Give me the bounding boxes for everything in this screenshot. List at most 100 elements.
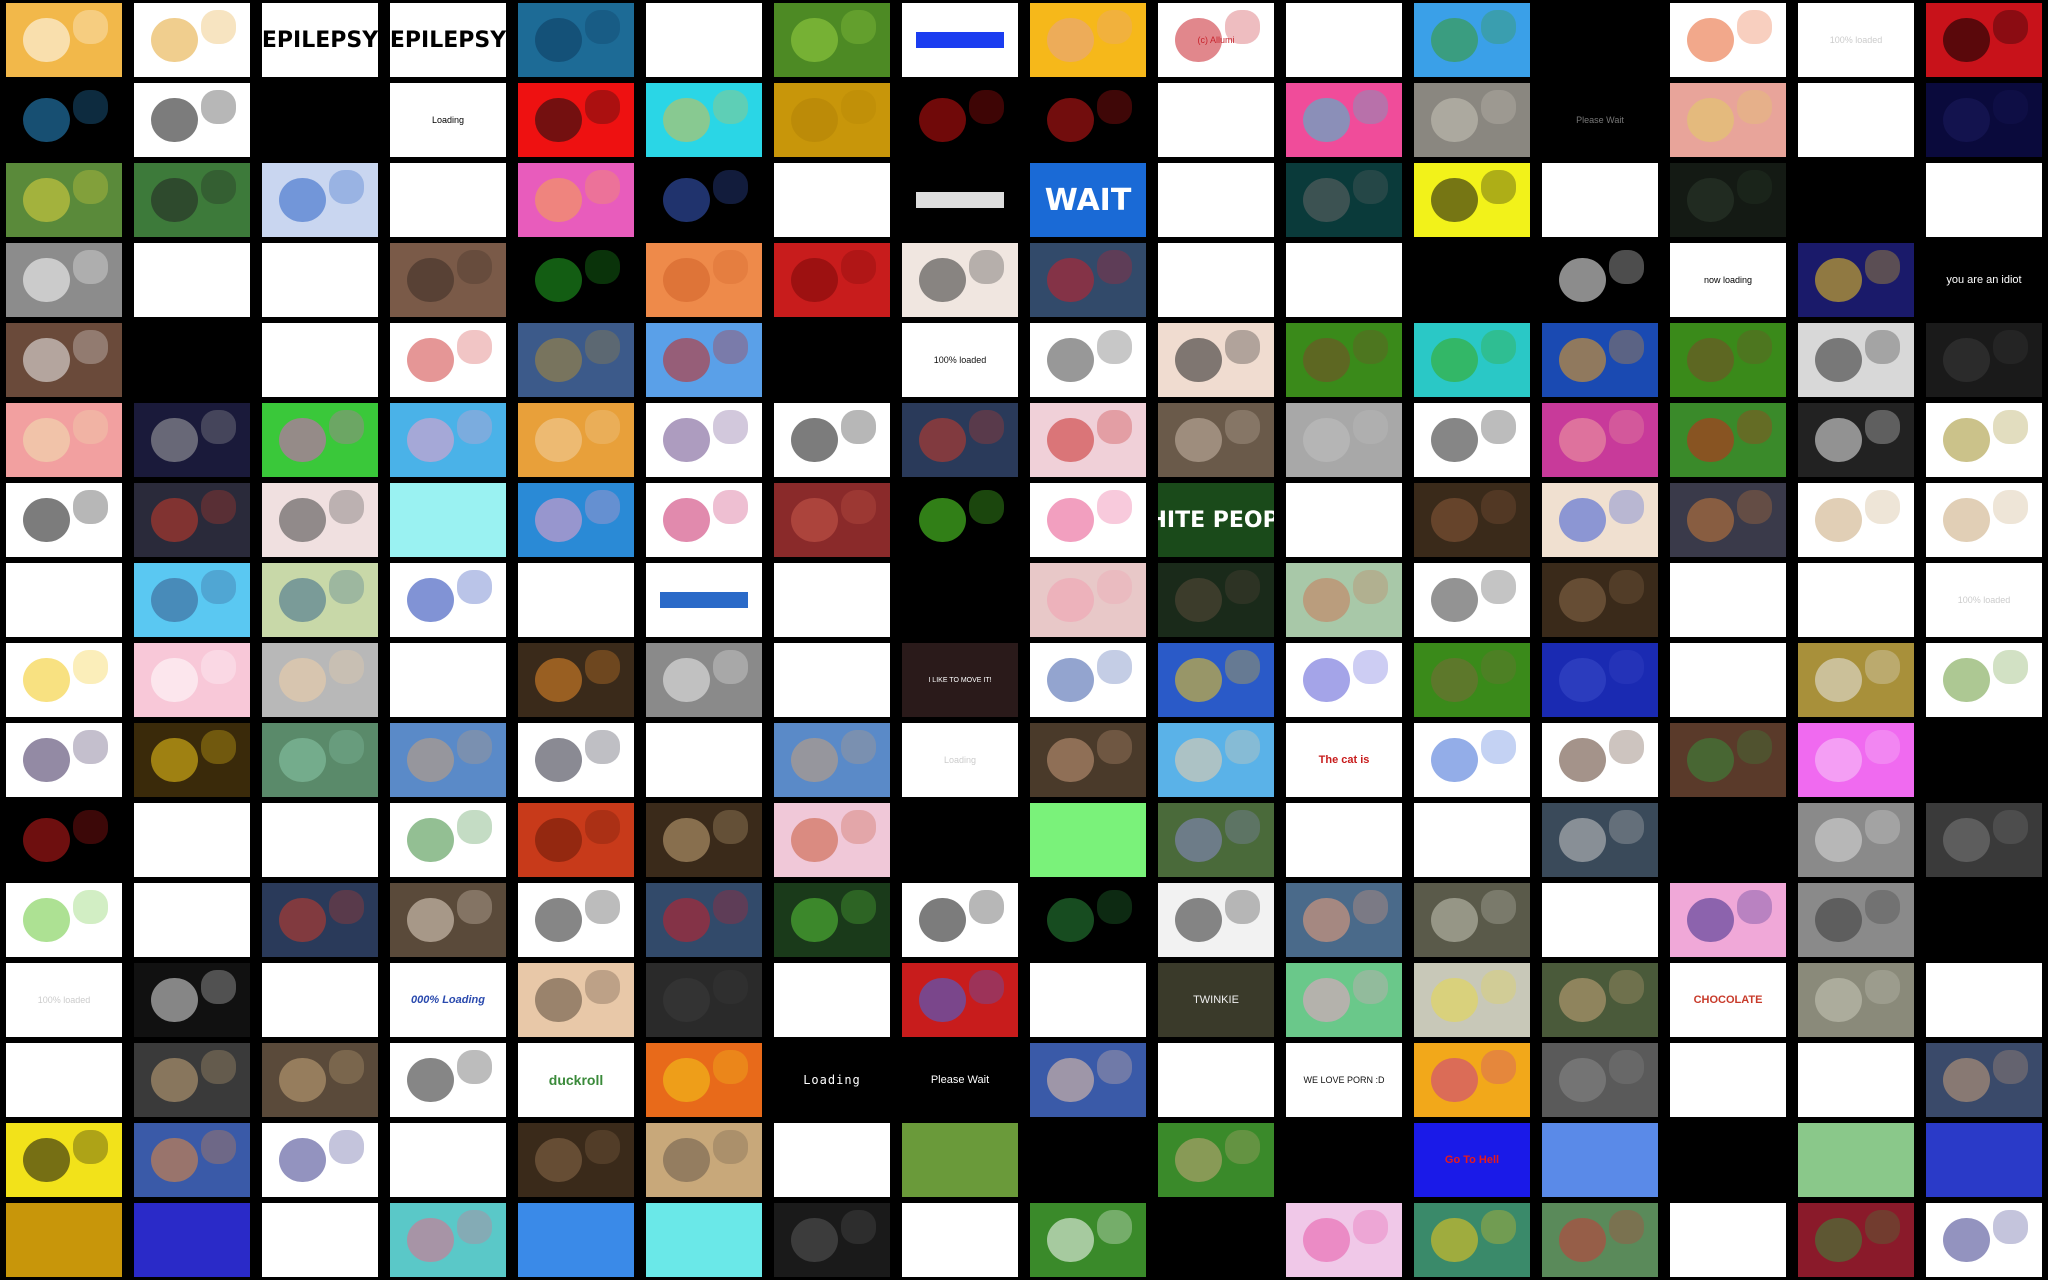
- thumbnail-image[interactable]: [646, 563, 762, 637]
- thumbnail-image[interactable]: [1158, 243, 1274, 317]
- thumbnail-cell[interactable]: [1152, 640, 1280, 720]
- thumbnail-cell[interactable]: [1280, 560, 1408, 640]
- thumbnail-cell[interactable]: [1792, 1040, 1920, 1120]
- thumbnail-cell[interactable]: [512, 400, 640, 480]
- thumbnail-image[interactable]: [646, 883, 762, 957]
- thumbnail-image[interactable]: [390, 643, 506, 717]
- thumbnail-image[interactable]: [6, 1203, 122, 1277]
- thumbnail-image[interactable]: [134, 1203, 250, 1277]
- thumbnail-image[interactable]: [262, 1123, 378, 1197]
- thumbnail-image[interactable]: [1030, 563, 1146, 637]
- thumbnail-cell[interactable]: [384, 1040, 512, 1120]
- thumbnail-image[interactable]: WE LOVE PORN :D: [1286, 1043, 1402, 1117]
- thumbnail-cell[interactable]: [0, 800, 128, 880]
- thumbnail-cell[interactable]: [256, 560, 384, 640]
- thumbnail-image[interactable]: [1542, 3, 1658, 77]
- thumbnail-image[interactable]: [902, 163, 1018, 237]
- thumbnail-image[interactable]: [902, 563, 1018, 637]
- thumbnail-cell[interactable]: [256, 1200, 384, 1280]
- thumbnail-image[interactable]: [390, 323, 506, 397]
- thumbnail-image[interactable]: [1542, 803, 1658, 877]
- thumbnail-image[interactable]: [1286, 563, 1402, 637]
- thumbnail-image[interactable]: [6, 483, 122, 557]
- thumbnail-image[interactable]: [1670, 803, 1786, 877]
- thumbnail-image[interactable]: 100% loaded: [902, 323, 1018, 397]
- thumbnail-cell[interactable]: [512, 640, 640, 720]
- thumbnail-cell[interactable]: [1408, 80, 1536, 160]
- thumbnail-cell[interactable]: [128, 480, 256, 560]
- thumbnail-cell[interactable]: [256, 720, 384, 800]
- thumbnail-cell[interactable]: [1664, 160, 1792, 240]
- thumbnail-image[interactable]: [774, 723, 890, 797]
- thumbnail-image[interactable]: [1158, 1203, 1274, 1277]
- thumbnail-image[interactable]: [1030, 1043, 1146, 1117]
- thumbnail-cell[interactable]: [0, 80, 128, 160]
- thumbnail-cell[interactable]: [0, 1040, 128, 1120]
- thumbnail-cell[interactable]: [1408, 1040, 1536, 1120]
- thumbnail-cell[interactable]: [1152, 1040, 1280, 1120]
- thumbnail-cell[interactable]: [896, 0, 1024, 80]
- thumbnail-image[interactable]: [1926, 1123, 2042, 1197]
- thumbnail-image[interactable]: [1798, 483, 1914, 557]
- thumbnail-image[interactable]: [1030, 1123, 1146, 1197]
- thumbnail-cell[interactable]: [1920, 800, 2048, 880]
- thumbnail-image[interactable]: [1030, 1203, 1146, 1277]
- thumbnail-cell[interactable]: [1664, 1200, 1792, 1280]
- thumbnail-image[interactable]: [1926, 163, 2042, 237]
- thumbnail-image[interactable]: [646, 803, 762, 877]
- thumbnail-cell[interactable]: [512, 1200, 640, 1280]
- thumbnail-image[interactable]: [1158, 323, 1274, 397]
- thumbnail-cell[interactable]: [768, 640, 896, 720]
- thumbnail-cell[interactable]: [640, 240, 768, 320]
- thumbnail-cell[interactable]: [128, 560, 256, 640]
- thumbnail-cell[interactable]: Loading: [896, 720, 1024, 800]
- thumbnail-image[interactable]: [1286, 643, 1402, 717]
- thumbnail-image[interactable]: [1414, 483, 1530, 557]
- thumbnail-cell[interactable]: [1280, 800, 1408, 880]
- thumbnail-cell[interactable]: [1536, 480, 1664, 560]
- thumbnail-cell[interactable]: [1920, 1040, 2048, 1120]
- thumbnail-cell[interactable]: [896, 400, 1024, 480]
- thumbnail-cell[interactable]: [1664, 400, 1792, 480]
- thumbnail-cell[interactable]: [1792, 800, 1920, 880]
- thumbnail-cell[interactable]: [1408, 0, 1536, 80]
- thumbnail-cell[interactable]: [1152, 240, 1280, 320]
- thumbnail-cell[interactable]: [512, 1120, 640, 1200]
- thumbnail-image[interactable]: [390, 1123, 506, 1197]
- thumbnail-image[interactable]: [646, 483, 762, 557]
- thumbnail-cell[interactable]: [768, 880, 896, 960]
- thumbnail-image[interactable]: [390, 403, 506, 477]
- thumbnail-cell[interactable]: [1920, 720, 2048, 800]
- thumbnail-cell[interactable]: [1792, 160, 1920, 240]
- thumbnail-image[interactable]: [1798, 563, 1914, 637]
- thumbnail-cell[interactable]: 100% loaded: [1792, 0, 1920, 80]
- thumbnail-cell[interactable]: [128, 1040, 256, 1120]
- thumbnail-image[interactable]: [902, 803, 1018, 877]
- thumbnail-cell[interactable]: Please Wait: [1536, 80, 1664, 160]
- thumbnail-cell[interactable]: [1664, 480, 1792, 560]
- thumbnail-cell[interactable]: [640, 160, 768, 240]
- thumbnail-image[interactable]: [1414, 403, 1530, 477]
- thumbnail-image[interactable]: [646, 643, 762, 717]
- thumbnail-cell[interactable]: [1664, 0, 1792, 80]
- thumbnail-cell[interactable]: [256, 880, 384, 960]
- thumbnail-cell[interactable]: [128, 640, 256, 720]
- thumbnail-image[interactable]: [390, 803, 506, 877]
- thumbnail-cell[interactable]: [1280, 400, 1408, 480]
- thumbnail-image[interactable]: [1542, 483, 1658, 557]
- thumbnail-image[interactable]: [1286, 403, 1402, 477]
- thumbnail-image[interactable]: Please Wait: [902, 1043, 1018, 1117]
- thumbnail-image[interactable]: [6, 323, 122, 397]
- thumbnail-cell[interactable]: [640, 720, 768, 800]
- thumbnail-image[interactable]: [1670, 1123, 1786, 1197]
- thumbnail-image[interactable]: [646, 1043, 762, 1117]
- thumbnail-cell[interactable]: [256, 800, 384, 880]
- thumbnail-cell[interactable]: [1408, 800, 1536, 880]
- thumbnail-image[interactable]: [518, 163, 634, 237]
- thumbnail-image[interactable]: [646, 403, 762, 477]
- thumbnail-cell[interactable]: [0, 1120, 128, 1200]
- thumbnail-cell[interactable]: [1152, 320, 1280, 400]
- thumbnail-image[interactable]: [1926, 483, 2042, 557]
- thumbnail-image[interactable]: [774, 963, 890, 1037]
- thumbnail-cell[interactable]: [1792, 1120, 1920, 1200]
